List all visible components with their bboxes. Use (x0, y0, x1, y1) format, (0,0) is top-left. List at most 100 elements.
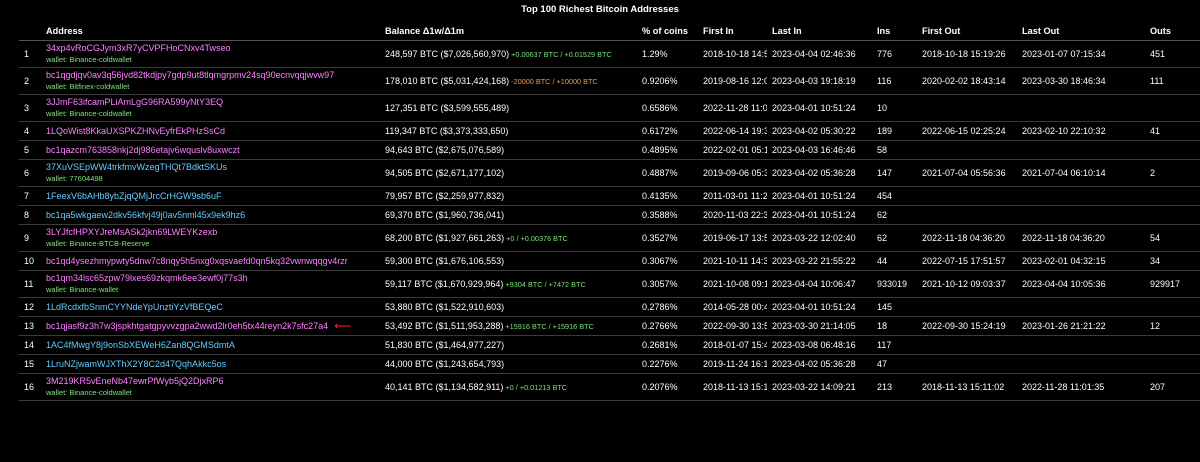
first-out-cell (917, 205, 1017, 225)
table-row: 10 bc1qd4ysezhmypwty5dnw7c8nqy5h5nxg0xqsv… (19, 251, 1200, 271)
balance-change: +0.00637 BTC / +0.01529 BTC (511, 50, 612, 59)
outs-cell (1145, 335, 1200, 355)
table-row: 2 bc1qgdjqv0av3q56jvd82tkdjpy7gdp9ut8tlqm… (19, 67, 1200, 95)
wallet-label[interactable]: wallet: 77604498 (46, 173, 380, 184)
table-header-row: Address Balance Δ1w/Δ1m % of coins First… (19, 22, 1200, 41)
ins-cell: 213 (872, 373, 917, 401)
address-link[interactable]: bc1qa5wkgaew2dkv56kfvj49j0av5nml45x9ek9h… (46, 210, 245, 220)
outs-cell (1145, 205, 1200, 225)
address-link[interactable]: 34xp4vRoCGJym3xR7yCVPFHoCNxv4Twseo (46, 43, 231, 53)
last-in-cell: 2023-04-01 10:51:24 (767, 297, 872, 317)
balance-cell: 178,010 BTC ($5,031,424,168) -20000 BTC /… (380, 67, 637, 95)
address-link[interactable]: 37XuVSEpWW4trkfmvWzegTHQt7BdktSKUs (46, 162, 227, 172)
address-link[interactable]: bc1qd4ysezhmypwty5dnw7c8nqy5h5nxg0xqsvae… (46, 256, 348, 266)
ins-cell: 147 (872, 159, 917, 187)
address-link[interactable]: bc1qjasf9z3h7w3jspkhtgatgpyvvzgpa2wwd2lr… (46, 321, 328, 331)
col-header-first-in[interactable]: First In (698, 22, 767, 41)
last-out-cell (1017, 186, 1145, 206)
first-out-cell: 2021-07-04 05:56:36 (917, 159, 1017, 187)
first-out-cell (917, 140, 1017, 160)
col-header-address[interactable]: Address (41, 22, 380, 41)
address-cell: 3M219KR5vEneNb47ewrPfWyb5jQ2DjxRP6 wallet… (41, 373, 380, 401)
address-link[interactable]: 1FeexV6bAHb8ybZjqQMjJrcCrHGW9sb6uF (46, 191, 222, 201)
wallet-label[interactable]: wallet: Binance-BTCB-Reserve (46, 238, 380, 249)
address-link[interactable]: bc1qgdjqv0av3q56jvd82tkdjpy7gdp9ut8tlqmg… (46, 70, 334, 80)
col-header-last-in[interactable]: Last In (767, 22, 872, 41)
first-in-cell: 2022-11-28 11:01:35 (698, 94, 767, 122)
balance-value: 59,117 BTC ($1,670,929,964) (385, 279, 504, 289)
wallet-label[interactable]: wallet: Binance-coldwallet (46, 387, 380, 398)
address-link[interactable]: 1LdRcdxfbSnmCYYNdeYpUnztiYzVfBEQeC (46, 302, 223, 312)
balance-value: 248,597 BTC ($7,026,560,970) (385, 49, 510, 59)
ins-cell: 44 (872, 251, 917, 271)
wallet-label[interactable]: wallet: Binance-wallet (46, 284, 380, 295)
wallet-label[interactable]: wallet: Binance-coldwallet (46, 108, 380, 119)
col-header-first-out[interactable]: First Out (917, 22, 1017, 41)
balance-value: 59,300 BTC ($1,676,106,553) (385, 256, 505, 266)
address-cell: 1AC4fMwgY8j9onSbXEWeH6Zan8QGMSdmtA (41, 335, 380, 355)
rank-cell: 14 (19, 335, 41, 355)
rank-cell: 13 (19, 316, 41, 336)
outs-cell: 12 (1145, 316, 1200, 336)
ins-cell: 189 (872, 121, 917, 141)
pct-cell: 0.3527% (637, 224, 698, 252)
wallet-label[interactable]: wallet: Bitfinex-coldwallet (46, 81, 380, 92)
table-row: 7 1FeexV6bAHb8ybZjqQMjJrcCrHGW9sb6uF 79,95… (19, 186, 1200, 206)
balance-cell: 53,492 BTC ($1,511,953,288) +15916 BTC / … (380, 316, 637, 336)
last-in-cell: 2023-04-01 10:51:24 (767, 205, 872, 225)
ins-cell: 116 (872, 67, 917, 95)
balance-cell: 59,117 BTC ($1,670,929,964) +9304 BTC / +… (380, 270, 637, 298)
col-header-pct[interactable]: % of coins (637, 22, 698, 41)
last-out-cell: 2021-07-04 06:10:14 (1017, 159, 1145, 187)
outs-cell: 451 (1145, 40, 1200, 68)
first-in-cell: 2021-10-08 09:14:44 (698, 270, 767, 298)
table-row: 1 34xp4vRoCGJym3xR7yCVPFHoCNxv4Twseo walle… (19, 40, 1200, 68)
address-link[interactable]: bc1qm34lsc65zpw79lxes69zkqmk6ee3ewf0j77s… (46, 273, 248, 283)
last-out-cell (1017, 205, 1145, 225)
address-link[interactable]: 1LQoWist8KkaUXSPKZHNvEyfrEkPHzSsCd (46, 126, 225, 136)
address-link[interactable]: 3M219KR5vEneNb47ewrPfWyb5jQ2DjxRP6 (46, 376, 224, 386)
col-header-outs[interactable]: Outs (1145, 22, 1200, 41)
balance-value: 178,010 BTC ($5,031,424,168) (385, 76, 510, 86)
first-in-cell: 2019-09-06 05:30:05 (698, 159, 767, 187)
col-header-balance[interactable]: Balance Δ1w/Δ1m (380, 22, 637, 41)
address-link[interactable]: 1AC4fMwgY8j9onSbXEWeH6Zan8QGMSdmtA (46, 340, 235, 350)
address-link[interactable]: 1LruNZjwamWJXThX2Y8C2d47QqhAkkc5os (46, 359, 226, 369)
address-link[interactable]: 3LYJfcfHPXYJreMsASk2jkn69LWEYKzexb (46, 227, 217, 237)
first-in-cell: 2018-01-07 15:45:18 (698, 335, 767, 355)
last-in-cell: 2023-03-30 21:14:05 (767, 316, 872, 336)
outs-cell: 929917 (1145, 270, 1200, 298)
address-block: 3M219KR5vEneNb47ewrPfWyb5jQ2DjxRP6 wallet… (46, 376, 380, 398)
first-in-cell: 2011-03-01 11:26:19 (698, 186, 767, 206)
last-in-cell: 2023-03-22 12:02:40 (767, 224, 872, 252)
table-row: 12 1LdRcdxfbSnmCYYNdeYpUnztiYzVfBEQeC 53,8… (19, 297, 1200, 317)
first-out-cell: 2018-10-18 15:19:26 (917, 40, 1017, 68)
balance-cell: 68,200 BTC ($1,927,661,263) +0 / +0.00376… (380, 224, 637, 252)
pct-cell: 0.3588% (637, 205, 698, 225)
col-header-last-out[interactable]: Last Out (1017, 22, 1145, 41)
wallet-label[interactable]: wallet: Binance-coldwallet (46, 54, 380, 65)
table-row: 8 bc1qa5wkgaew2dkv56kfvj49j0av5nml45x9ek9… (19, 205, 1200, 225)
address-link[interactable]: 3JJmF63ifcamPLiAmLgG96RA599yNtY3EQ (46, 97, 223, 107)
balance-cell: 79,957 BTC ($2,259,977,832) (380, 186, 637, 206)
first-out-cell: 2022-09-30 15:24:19 (917, 316, 1017, 336)
address-link[interactable]: bc1qazcm763858nkj2dj986etajv6wquslv8uxwc… (46, 145, 240, 155)
first-out-cell (917, 186, 1017, 206)
outs-cell (1145, 94, 1200, 122)
pct-cell: 0.4135% (637, 186, 698, 206)
first-in-cell: 2018-10-18 14:59:18 (698, 40, 767, 68)
col-header-ins[interactable]: Ins (872, 22, 917, 41)
last-out-cell (1017, 354, 1145, 374)
table-row: 9 3LYJfcfHPXYJreMsASk2jkn69LWEYKzexb walle… (19, 224, 1200, 252)
first-out-cell (917, 297, 1017, 317)
address-block: 1FeexV6bAHb8ybZjqQMjJrcCrHGW9sb6uF (46, 191, 380, 202)
address-cell: 3LYJfcfHPXYJreMsASk2jkn69LWEYKzexb wallet… (41, 224, 380, 252)
address-cell: bc1qgdjqv0av3q56jvd82tkdjpy7gdp9ut8tlqmg… (41, 67, 380, 95)
address-block: bc1qjasf9z3h7w3jspkhtgatgpyvvzgpa2wwd2lr… (46, 320, 380, 332)
rank-cell: 15 (19, 354, 41, 374)
outs-cell (1145, 140, 1200, 160)
last-in-cell: 2023-04-04 02:46:36 (767, 40, 872, 68)
rank-cell: 6 (19, 159, 41, 187)
pct-cell: 0.2766% (637, 316, 698, 336)
outs-cell (1145, 297, 1200, 317)
